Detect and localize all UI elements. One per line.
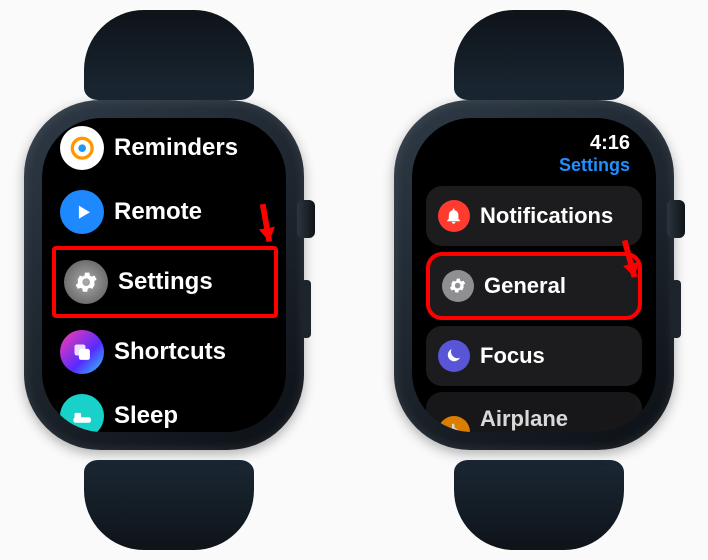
app-label: Reminders xyxy=(114,134,238,162)
settings-icon xyxy=(64,260,108,304)
app-label: Remote xyxy=(114,198,202,226)
settings-screen[interactable]: 4:16 Settings Notifications General xyxy=(412,118,656,432)
settings-label: Focus xyxy=(480,343,545,369)
settings-label: General xyxy=(484,273,566,299)
moon-icon xyxy=(438,340,470,372)
watch-case: Reminders Remote Settings Shortcuts xyxy=(24,100,304,450)
app-label: Sleep xyxy=(114,402,178,430)
shortcuts-icon xyxy=(60,330,104,374)
settings-row-airplane[interactable]: Airplane Mode xyxy=(426,392,642,432)
app-row-remote[interactable]: Remote xyxy=(52,180,278,244)
settings-label: Airplane Mode xyxy=(480,406,630,432)
app-row-settings[interactable]: Settings xyxy=(52,246,278,318)
reminders-icon xyxy=(60,126,104,170)
clock-time: 4:16 xyxy=(590,132,630,155)
bell-icon xyxy=(438,200,470,232)
app-label: Settings xyxy=(118,268,213,296)
watch-band-top xyxy=(454,10,624,100)
watch-case: 4:16 Settings Notifications General xyxy=(394,100,674,450)
settings-row-notifications[interactable]: Notifications xyxy=(426,186,642,246)
watch-band-bottom xyxy=(454,460,624,550)
side-button[interactable] xyxy=(301,280,311,338)
digital-crown[interactable] xyxy=(297,200,315,238)
app-row-sleep[interactable]: Sleep xyxy=(52,384,278,432)
app-row-shortcuts[interactable]: Shortcuts xyxy=(52,320,278,384)
status-bar: 4:16 Settings xyxy=(420,128,648,180)
digital-crown[interactable] xyxy=(667,200,685,238)
app-label: Shortcuts xyxy=(114,338,226,366)
watch-band-top xyxy=(84,10,254,100)
app-row-reminders[interactable]: Reminders xyxy=(52,118,278,180)
sleep-icon xyxy=(60,394,104,432)
watch-right: 4:16 Settings Notifications General xyxy=(394,20,684,540)
watch-band-bottom xyxy=(84,460,254,550)
app-list-screen[interactable]: Reminders Remote Settings Shortcuts xyxy=(42,118,286,432)
side-button[interactable] xyxy=(671,280,681,338)
gear-icon xyxy=(442,270,474,302)
remote-icon xyxy=(60,190,104,234)
settings-row-focus[interactable]: Focus xyxy=(426,326,642,386)
settings-label: Notifications xyxy=(480,203,613,229)
airplane-icon xyxy=(438,416,470,432)
screen-title: Settings xyxy=(559,155,630,176)
watch-left: Reminders Remote Settings Shortcuts xyxy=(24,20,314,540)
settings-row-general[interactable]: General xyxy=(426,252,642,320)
